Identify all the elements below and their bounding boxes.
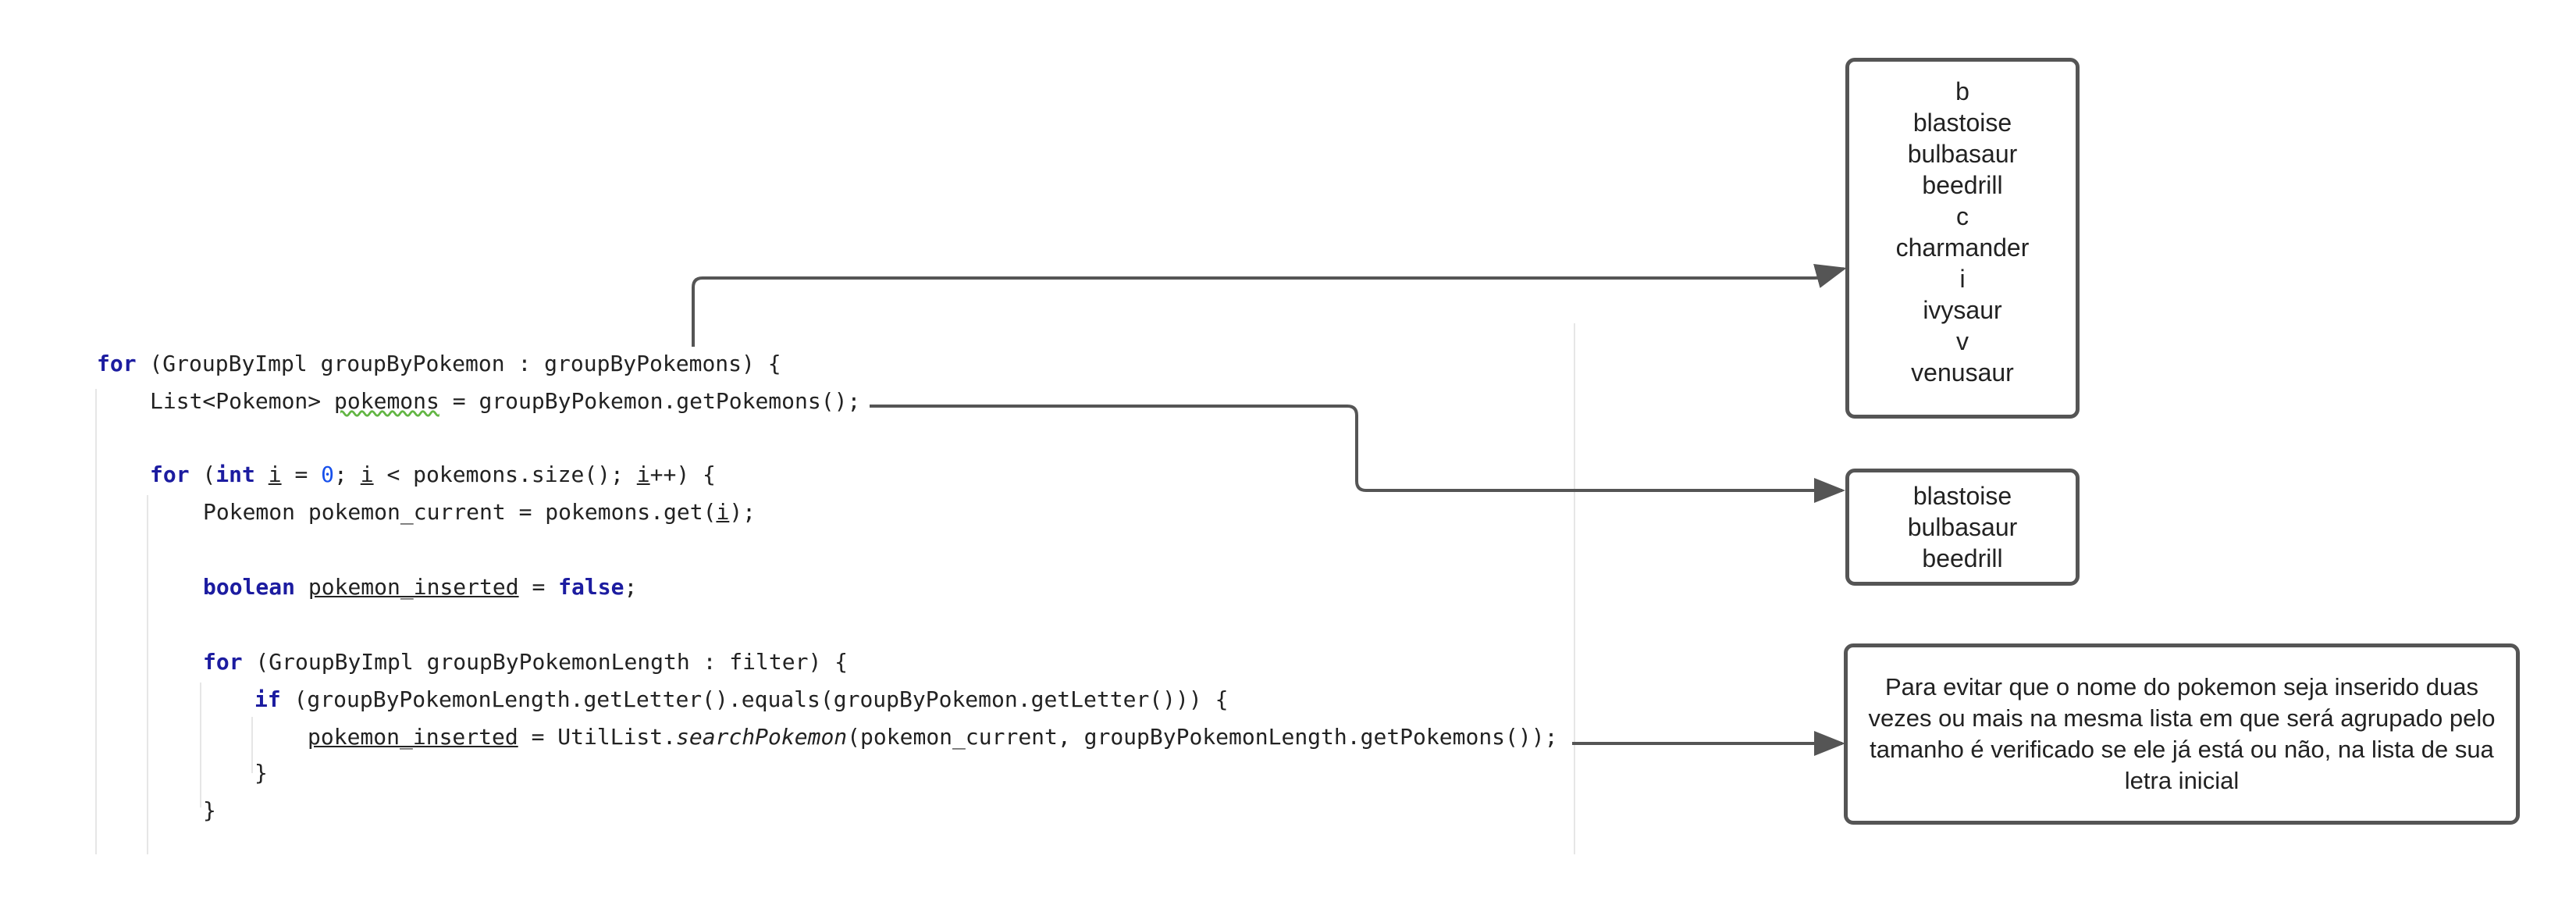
list-item: i	[1959, 265, 1966, 293]
list-item: b	[1955, 77, 1969, 105]
pokemons-box: blastoise bulbasaur beedrill	[1845, 469, 2080, 586]
list-item: c	[1956, 202, 1969, 230]
list-item: blastoise	[1912, 109, 2012, 137]
list-item: bulbasaur	[1907, 140, 2018, 168]
note-box: Para evitar que o nome do pokemon seja i…	[1844, 643, 2520, 825]
list-item: blastoise	[1912, 482, 2012, 510]
arrow-to-pokemons-box	[870, 405, 1845, 503]
list-item: bulbasaur	[1907, 513, 2018, 541]
list-item: ivysaur	[1923, 296, 2002, 324]
groups-list: b blastoise bulbasaur beedrill c charmander i i…	[1849, 76, 2076, 388]
note-text: Para evitar que o nome do pokemon seja i…	[1868, 673, 2496, 794]
groups-box: b blastoise bulbasaur beedrill c charmander i i…	[1845, 58, 2080, 419]
arrow-to-groups-box	[692, 264, 1847, 347]
list-item: v	[1956, 327, 1969, 355]
list-item: beedrill	[1922, 544, 2003, 572]
list-item: venusaur	[1911, 358, 2014, 387]
list-item: beedrill	[1922, 171, 2003, 199]
pokemons-list: blastoise bulbasaur beedrill	[1849, 480, 2076, 574]
list-item: charmander	[1895, 233, 2030, 262]
